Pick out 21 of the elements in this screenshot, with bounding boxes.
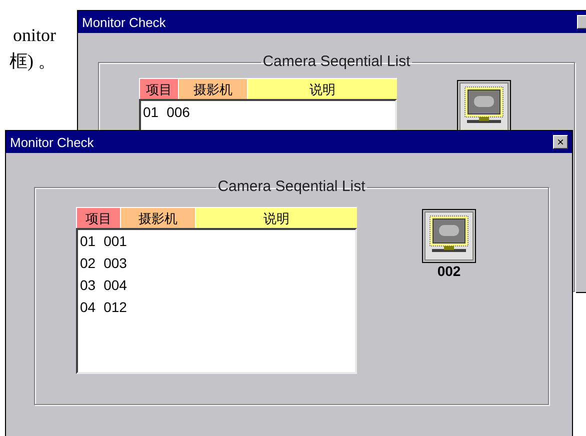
window-title: Monitor Check (82, 16, 166, 28)
list-item[interactable]: 02 003 (80, 252, 353, 274)
column-header[interactable]: 项目 (76, 206, 120, 228)
column-header[interactable]: 摄影机 (178, 78, 247, 99)
list-item[interactable]: 01 001 (80, 230, 353, 252)
camera-list[interactable]: 01 001 02 003 03 004 04 012 (76, 228, 357, 374)
document-text: onitor (13, 24, 56, 47)
column-header[interactable]: 说明 (195, 206, 357, 228)
monitor-icon[interactable] (422, 208, 476, 263)
group-title: Camera Seqential List (262, 53, 412, 72)
list-item[interactable]: 04 012 (80, 296, 353, 318)
group-title: Camera Seqential List (216, 178, 366, 197)
document-text: 框) 。 (10, 50, 56, 73)
window-title: Monitor Check (10, 136, 94, 148)
list-item[interactable]: 01 006 (143, 100, 393, 123)
column-header[interactable]: 说明 (247, 78, 397, 99)
list-item[interactable]: 03 004 (80, 274, 353, 296)
close-button[interactable]: × (553, 135, 568, 149)
monitor-label: 002 (437, 262, 461, 280)
column-header[interactable]: 项目 (139, 78, 178, 99)
column-header[interactable]: 摄影机 (120, 206, 195, 228)
